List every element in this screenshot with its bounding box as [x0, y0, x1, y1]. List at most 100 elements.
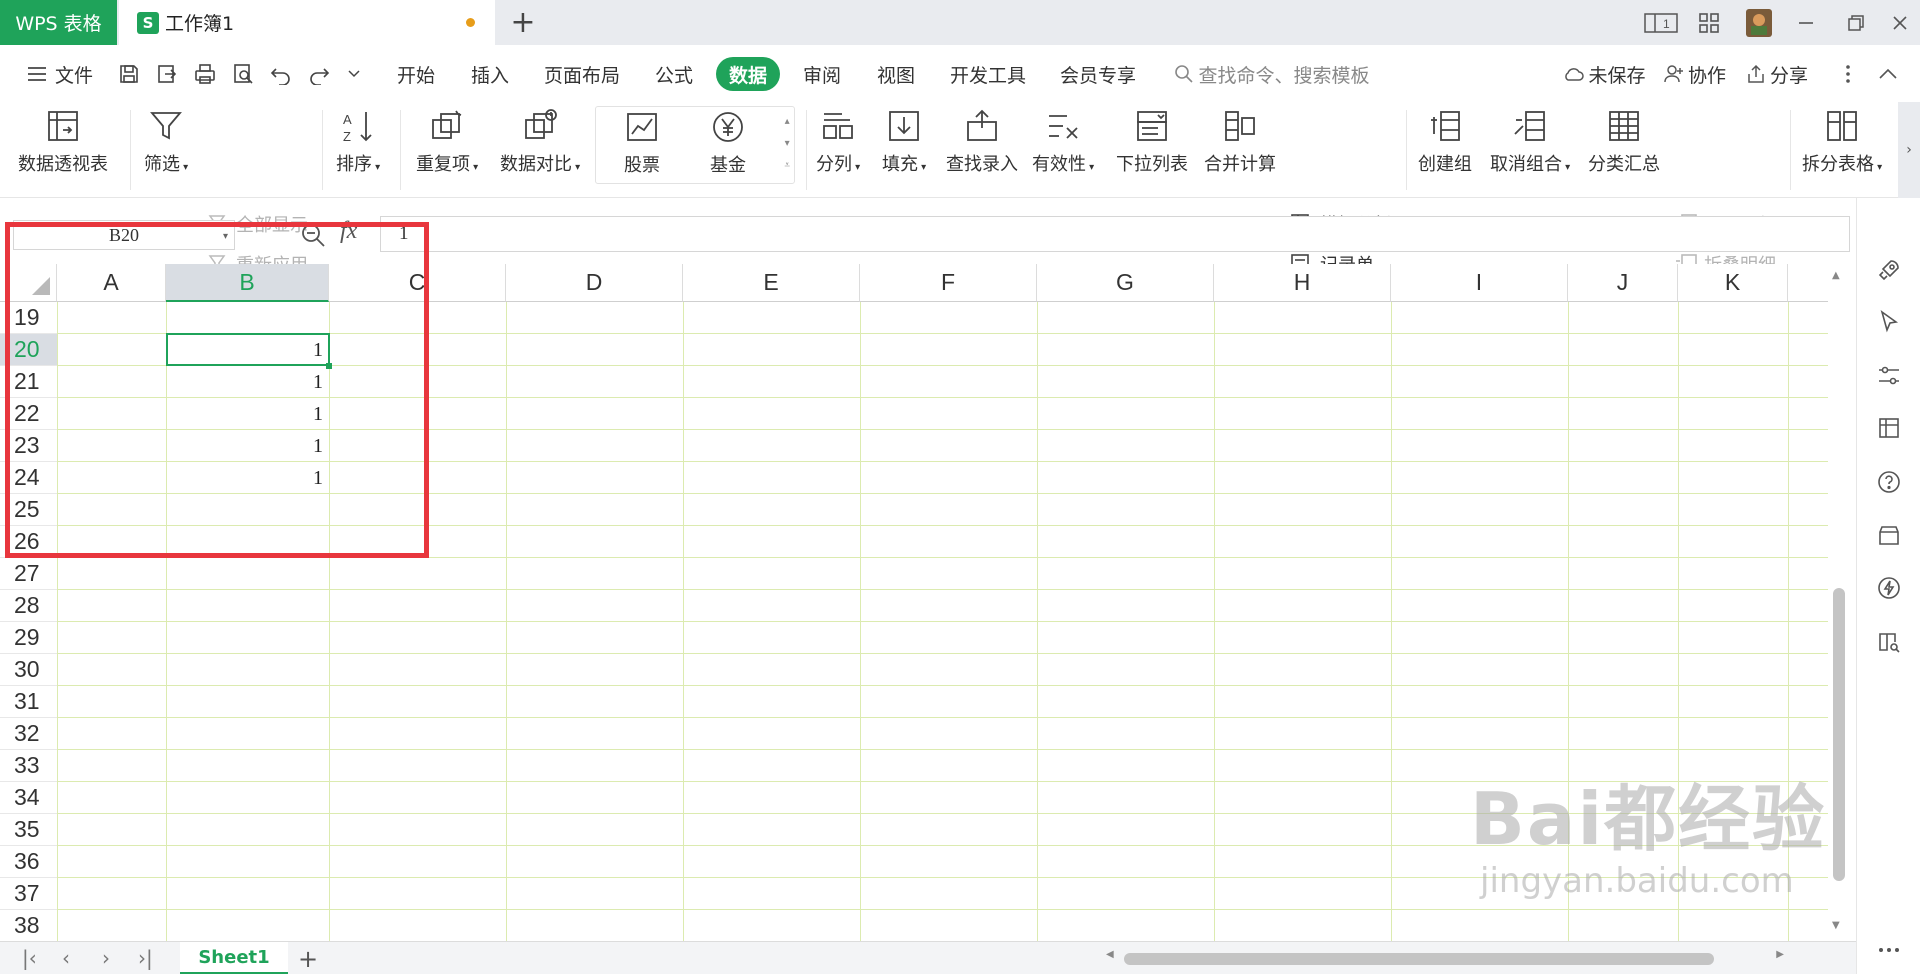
row-header-27[interactable]: 27 [0, 558, 57, 590]
row-header-34[interactable]: 34 [0, 782, 57, 814]
create-group-button[interactable]: 创建组 [1418, 106, 1472, 176]
cursor-select-icon[interactable] [1875, 308, 1903, 336]
column-header-h[interactable]: H [1214, 264, 1391, 302]
last-sheet-icon[interactable]: ›| [138, 946, 153, 970]
help-icon[interactable] [1875, 468, 1903, 496]
column-header-a[interactable]: A [57, 264, 166, 302]
row-header-28[interactable]: 28 [0, 590, 57, 622]
save-icon[interactable] [114, 57, 144, 91]
save-status-button[interactable]: 未保存 [1560, 57, 1648, 91]
tab-review[interactable]: 审阅 [794, 57, 850, 91]
cell-b24[interactable]: 1 [166, 462, 329, 494]
print-preview-icon[interactable] [228, 57, 258, 91]
row-header-25[interactable]: 25 [0, 494, 57, 526]
duplicates-button[interactable]: 重复项 ▾ [416, 106, 478, 176]
tab-insert[interactable]: 插入 [462, 57, 518, 91]
grid-apps-icon[interactable] [1692, 6, 1726, 40]
column-header-f[interactable]: F [860, 264, 1037, 302]
avatar[interactable] [1744, 6, 1774, 40]
row-header-30[interactable]: 30 [0, 654, 57, 686]
undo-icon[interactable] [266, 57, 296, 91]
scroll-up-icon[interactable]: ▲ [1832, 270, 1840, 281]
ribbon-scroll-right[interactable]: › [1898, 102, 1920, 198]
add-sheet-button[interactable]: + [290, 942, 326, 974]
cell-b21[interactable]: 1 [166, 366, 329, 398]
column-header-d[interactable]: D [506, 264, 683, 302]
column-header-i[interactable]: I [1391, 264, 1568, 302]
more-options-icon[interactable] [1875, 936, 1903, 964]
ungroup-button[interactable]: 取消组合 ▾ [1490, 106, 1570, 176]
collapse-ribbon-icon[interactable] [1874, 57, 1902, 91]
tab-formulas[interactable]: 公式 [646, 57, 702, 91]
filter-button[interactable]: 筛选 ▾ [144, 106, 188, 176]
scroll-down-icon[interactable]: ▼ [1832, 920, 1840, 931]
column-header-c[interactable]: C [329, 264, 506, 302]
validity-button[interactable]: 有效性 ▾ [1032, 106, 1094, 176]
first-sheet-icon[interactable]: |‹ [22, 946, 37, 970]
gallery-scroll-arrows[interactable]: ▴ ▾ ⩡ [784, 111, 790, 177]
new-tab-button[interactable]: + [505, 4, 541, 40]
row-header-22[interactable]: 22 [0, 398, 57, 430]
spreadsheet-grid[interactable]: A B C D E F G H I J K 19 20 1 21 1 22 1 23 1 24 1 2… [0, 264, 1828, 941]
prev-sheet-icon[interactable]: ‹ [62, 946, 70, 970]
tab-page-layout[interactable]: 页面布局 [536, 57, 628, 91]
row-header-36[interactable]: 36 [0, 846, 57, 878]
export-icon[interactable] [152, 57, 182, 91]
store-icon[interactable] [1875, 522, 1903, 550]
data-compare-button[interactable]: 数据对比 ▾ [500, 106, 580, 176]
settings-sliders-icon[interactable] [1875, 362, 1903, 390]
formula-input[interactable]: 1 [380, 216, 1850, 252]
row-header-38[interactable]: 38 [0, 910, 57, 941]
share-button[interactable]: 分享 [1742, 57, 1812, 91]
lightning-icon[interactable] [1875, 574, 1903, 602]
column-header-g[interactable]: G [1037, 264, 1214, 302]
subtotal-button[interactable]: 分类汇总 [1588, 106, 1660, 176]
fund-button[interactable]: 基金 [708, 107, 748, 177]
sort-button[interactable]: AZ 排序 ▾ [336, 106, 380, 176]
vertical-scroll-thumb[interactable] [1833, 588, 1845, 881]
row-header-33[interactable]: 33 [0, 750, 57, 782]
column-header-e[interactable]: E [683, 264, 860, 302]
customize-dropdown-icon[interactable] [342, 57, 366, 91]
consolidate-button[interactable]: 合并计算 [1204, 106, 1276, 176]
row-header-35[interactable]: 35 [0, 814, 57, 846]
split-table-button[interactable]: 拆分表格 ▾ [1802, 106, 1882, 176]
tab-membership[interactable]: 会员专享 [1052, 57, 1144, 91]
column-header-j[interactable]: J [1568, 264, 1678, 302]
close-icon[interactable] [1884, 6, 1916, 40]
document-tab[interactable]: S 工作簿1 [119, 0, 495, 45]
book-search-icon[interactable] [1875, 628, 1903, 656]
select-all-corner[interactable] [0, 264, 57, 302]
column-header-b[interactable]: B [166, 264, 329, 302]
dropdown-list-button[interactable]: 下拉列表 [1116, 106, 1188, 176]
tab-view[interactable]: 视图 [868, 57, 924, 91]
insert-function-button[interactable]: fx [340, 218, 357, 245]
restore-icon[interactable] [1838, 6, 1874, 40]
file-menu[interactable]: 文件 [20, 57, 100, 91]
row-header-29[interactable]: 29 [0, 622, 57, 654]
row-header-26[interactable]: 26 [0, 526, 57, 558]
command-search[interactable]: 查找命令、搜索模板 [1172, 57, 1372, 91]
fill-button[interactable]: 填充 ▾ [882, 106, 926, 176]
vertical-scrollbar[interactable]: ▲ ▼ [1828, 264, 1850, 941]
row-header-31[interactable]: 31 [0, 686, 57, 718]
scroll-left-icon[interactable]: ◀ [1106, 949, 1114, 960]
row-header-19[interactable]: 19 [0, 302, 57, 334]
row-header-23[interactable]: 23 [0, 430, 57, 462]
next-sheet-icon[interactable]: › [102, 946, 110, 970]
tab-data[interactable]: 数据 [716, 57, 780, 91]
tab-home[interactable]: 开始 [388, 57, 444, 91]
row-header-24[interactable]: 24 [0, 462, 57, 494]
print-icon[interactable] [190, 57, 220, 91]
sheet-tab-sheet1[interactable]: Sheet1 [180, 942, 288, 974]
redo-icon[interactable] [304, 57, 334, 91]
page-view-button[interactable]: 1 [1642, 6, 1680, 40]
lookup-entry-button[interactable]: 查找录入 [946, 106, 1018, 176]
tab-developer[interactable]: 开发工具 [942, 57, 1034, 91]
rocket-icon[interactable] [1875, 256, 1903, 284]
more-icon[interactable] [1836, 57, 1860, 91]
row-header-20[interactable]: 20 [0, 334, 57, 366]
pivot-table-button[interactable]: 数据透视表 [18, 106, 108, 176]
stock-button[interactable]: 股票 [622, 107, 662, 177]
horizontal-scroll-thumb[interactable] [1124, 953, 1714, 965]
